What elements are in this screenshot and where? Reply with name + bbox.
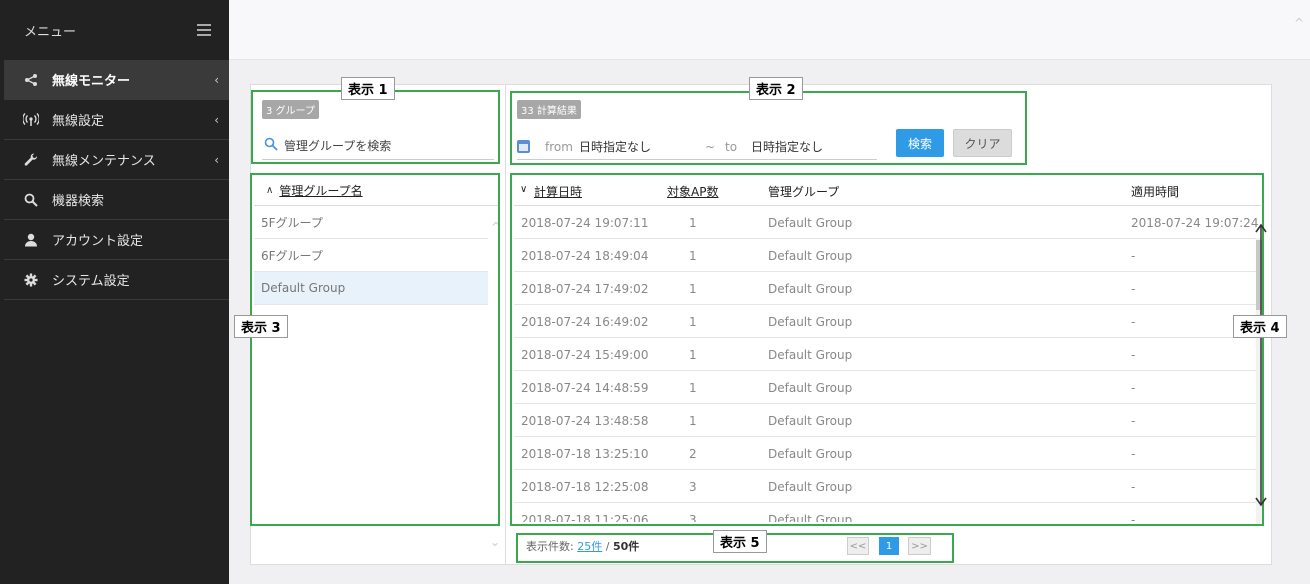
top-bar: ^	[229, 0, 1310, 60]
chevron-down-icon[interactable]: ⌄	[490, 535, 500, 549]
sidebar-header: メニュー	[0, 0, 229, 60]
vertical-arrow-icon	[1255, 222, 1267, 508]
sidebar-item-label: 無線設定	[52, 114, 105, 129]
sidebar-item-label: 機器検索	[52, 194, 105, 209]
sidebar-item-label: 無線メンテナンス	[52, 154, 156, 169]
sidebar-title: メニュー	[24, 24, 77, 40]
share-icon	[22, 71, 40, 89]
sidebar-item-wireless-settings[interactable]: 無線設定 ‹	[4, 100, 229, 140]
panel-divider	[505, 84, 506, 565]
sidebar-item-label: アカウント設定	[52, 234, 144, 249]
annotation-box-1	[251, 90, 500, 164]
callout-3: 表示 3	[234, 315, 288, 338]
callout-4: 表示 4	[1233, 315, 1287, 338]
sidebar-item-wireless-maintenance[interactable]: 無線メンテナンス ‹	[4, 140, 229, 180]
sidebar: メニュー 無線モニター ‹ 無線設定 ‹ 無線メンテナンス ‹ 機器検索 アカウ…	[0, 0, 229, 584]
annotation-box-2	[510, 91, 1027, 165]
sidebar-item-label: システム設定	[52, 274, 130, 289]
search-icon	[22, 191, 40, 209]
annotation-box-4	[510, 173, 1264, 526]
sidebar-item-device-search[interactable]: 機器検索	[4, 180, 229, 220]
callout-1: 表示 1	[341, 77, 395, 100]
gear-icon	[22, 271, 40, 289]
chevron-left-icon: ‹	[214, 73, 219, 87]
hamburger-menu-icon[interactable]	[197, 24, 211, 36]
wireless-icon	[22, 111, 40, 129]
sidebar-item-label: 無線モニター	[52, 74, 131, 89]
chevron-up-icon[interactable]: ^	[1294, 16, 1304, 30]
annotation-box-3	[250, 173, 500, 526]
chevron-left-icon: ‹	[214, 153, 219, 167]
wrench-icon	[22, 151, 40, 169]
sidebar-item-account-settings[interactable]: アカウント設定	[4, 220, 229, 260]
callout-5: 表示 5	[713, 530, 767, 553]
chevron-left-icon: ‹	[214, 113, 219, 127]
user-icon	[22, 231, 40, 249]
sidebar-item-wireless-monitor[interactable]: 無線モニター ‹	[4, 60, 229, 100]
callout-2: 表示 2	[749, 77, 803, 100]
sidebar-item-system-settings[interactable]: システム設定	[4, 260, 229, 300]
